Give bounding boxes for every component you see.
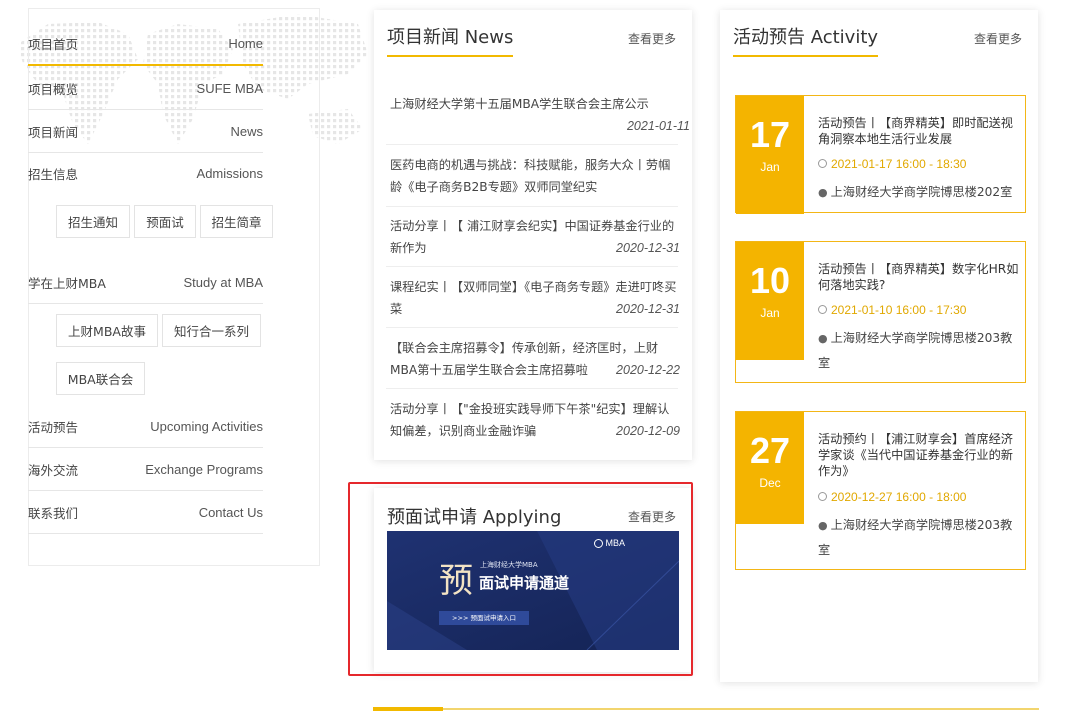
chip-brochure[interactable]: 招生简章 — [200, 205, 273, 238]
activity-month: Jan — [760, 306, 780, 320]
activity-card-title: 活动预告 Activity — [733, 23, 879, 57]
clock-icon — [818, 159, 827, 168]
activity-location: ● 上海财经大学商学院博思楼202室 — [818, 180, 1022, 205]
activity-card: 活动预告 Activity 查看更多 17 Jan 活动预告丨【商界精英】即时配… — [720, 10, 1038, 682]
news-item-date: 2020-12-31 — [616, 241, 680, 255]
nav-item-label-en: Admissions — [196, 166, 263, 181]
news-item[interactable]: 课程纪实丨【双师同堂】《电子商务专题》走进叮咚买菜 2020-12-31 — [390, 276, 680, 320]
clock-icon — [818, 305, 827, 314]
news-item[interactable]: 上海财经大学第十五届MBA学生联合会主席公示 2021-01-11 — [390, 93, 690, 137]
bottom-accent-segment — [373, 707, 443, 711]
activity-location: ● 上海财经大学商学院博思楼203教室 — [818, 326, 1022, 375]
activity-location-text: 上海财经大学商学院博思楼203教室 — [818, 518, 1013, 557]
divider — [386, 266, 678, 267]
nav-item-contact[interactable]: 联系我们 Contact Us — [28, 491, 263, 534]
activity-location-text: 上海财经大学商学院博思楼203教室 — [818, 331, 1013, 370]
activity-time: 2020-12-27 16:00 - 18:00 — [818, 490, 966, 504]
activity-time-text: 2021-01-17 16:00 - 18:30 — [831, 157, 967, 171]
nav-item-label-zh: 学在上财MBA — [28, 275, 106, 291]
divider — [386, 144, 678, 145]
activity-date-box: 17 Jan — [736, 96, 804, 214]
nav-item-study[interactable]: 学在上财MBA Study at MBA — [28, 261, 263, 304]
activity-location-text: 上海财经大学商学院博思楼202室 — [830, 185, 1013, 199]
activity-day: 10 — [749, 260, 791, 301]
activity-item[interactable]: 17 Jan 活动预告丨【商界精英】即时配送视角洞察本地生活行业发展 2021-… — [735, 95, 1026, 214]
nav-item-label-en: News — [230, 123, 263, 139]
nav-item-label-zh: 招生信息 — [28, 167, 79, 182]
nav-item-label-en: SUFE MBA — [196, 80, 263, 96]
nav-item-news[interactable]: 项目新闻 News — [28, 110, 263, 153]
chip-mba-story[interactable]: 上财MBA故事 — [56, 314, 158, 347]
nav-item-overview[interactable]: 项目概览 SUFE MBA — [28, 67, 263, 110]
activity-day: 27 — [749, 430, 791, 471]
news-item-text: 医药电商的机遇与挑战：科技赋能，服务大众丨劳帼龄《电子商务B2B专题》双师同堂纪… — [390, 158, 671, 194]
news-card: 项目新闻 News 查看更多 上海财经大学第十五届MBA学生联合会主席公示 20… — [374, 10, 692, 460]
activity-time: 2021-01-10 16:00 - 17:30 — [818, 303, 966, 317]
nav-item-label-zh: 项目概览 — [28, 81, 79, 97]
map-pin-icon: ● — [818, 332, 828, 345]
nav-item-label-zh: 活动预告 — [28, 419, 79, 435]
divider — [386, 206, 678, 207]
activity-title-text: 活动预告 Activity — [733, 27, 879, 48]
title-underline — [387, 55, 514, 57]
activity-item[interactable]: 10 Jan 活动预告丨【商界精英】数字化HR如何落地实践? 2021-01-1… — [735, 241, 1026, 383]
activity-month: Dec — [759, 476, 781, 490]
news-item-date: 2020-12-09 — [616, 424, 680, 438]
map-pin-icon: ● — [818, 519, 828, 532]
news-item[interactable]: 【联合会主席招募令】传承创新，经济匡时，上财MBA第十五届学生联合会主席招募啦 … — [390, 337, 680, 381]
activity-title: 活动预告丨【商界精英】即时配送视角洞察本地生活行业发展 — [818, 116, 1013, 146]
nav-item-label-en: Study at MBA — [183, 274, 263, 290]
news-item-date: 2020-12-22 — [616, 363, 680, 377]
activity-location: ● 上海财经大学商学院博思楼203教室 — [818, 513, 1022, 562]
nav-item-label-zh: 项目新闻 — [28, 124, 79, 140]
activity-title: 活动预约丨【浦江财享会】首席经济学家谈《当代中国证券基金行业的新作为》 — [818, 432, 1013, 478]
news-item-text: 上海财经大学第十五届MBA学生联合会主席公示 — [390, 97, 649, 111]
activity-title: 活动预告丨【商界精英】数字化HR如何落地实践? — [818, 262, 1019, 292]
nav-item-label-en: Home — [228, 36, 263, 51]
chip-mba-union[interactable]: MBA联合会 — [56, 362, 145, 395]
nav-item-label-en: Exchange Programs — [145, 461, 263, 477]
bottom-accent-bar — [373, 707, 1039, 711]
news-item-date: 2021-01-11 — [626, 119, 690, 133]
divider — [386, 388, 678, 389]
nav-item-label-en: Upcoming Activities — [150, 418, 263, 434]
map-pin-icon: ● — [818, 186, 828, 199]
title-underline — [733, 55, 879, 57]
chip-admission-notice[interactable]: 招生通知 — [56, 205, 130, 238]
activity-time-text: 2020-12-27 16:00 - 18:00 — [831, 490, 967, 504]
nav-item-admissions[interactable]: 招生信息 Admissions — [28, 152, 263, 195]
highlight-box — [348, 482, 693, 676]
news-item[interactable]: 活动分享丨【 浦江财享会纪实】中国证券基金行业的新作为 2020-12-31 — [390, 215, 680, 259]
activity-month: Jan — [760, 160, 780, 174]
nav-item-exchange[interactable]: 海外交流 Exchange Programs — [28, 448, 263, 491]
news-item-date: 2020-12-31 — [616, 302, 680, 316]
activity-date-box: 10 Jan — [736, 242, 804, 360]
news-item[interactable]: 活动分享丨【"金投班实践导师下午茶"纪实】理解认知偏差，识别商业金融诈骗 202… — [390, 398, 680, 442]
divider — [386, 327, 678, 328]
activity-more-link[interactable]: 查看更多 — [974, 30, 1022, 47]
news-card-title: 项目新闻 News — [387, 23, 514, 57]
chip-pre-interview[interactable]: 预面试 — [134, 205, 196, 238]
activity-date-box: 27 Dec — [736, 412, 804, 524]
nav-item-home[interactable]: 项目首页 Home — [28, 23, 263, 66]
activity-item[interactable]: 27 Dec 活动预约丨【浦江财享会】首席经济学家谈《当代中国证券基金行业的新作… — [735, 411, 1026, 570]
nav-item-label-en: Contact Us — [198, 504, 263, 520]
nav-item-label-zh: 项目首页 — [28, 37, 79, 52]
activity-time: 2021-01-17 16:00 - 18:30 — [818, 157, 966, 171]
news-more-link[interactable]: 查看更多 — [628, 30, 676, 47]
activity-time-text: 2021-01-10 16:00 - 17:30 — [831, 303, 967, 317]
chip-zhixing-series[interactable]: 知行合一系列 — [162, 314, 261, 347]
news-item[interactable]: 医药电商的机遇与挑战：科技赋能，服务大众丨劳帼龄《电子商务B2B专题》双师同堂纪… — [390, 154, 680, 198]
clock-icon — [818, 492, 827, 501]
activity-day: 17 — [749, 114, 791, 155]
nav-item-activities[interactable]: 活动预告 Upcoming Activities — [28, 405, 263, 448]
nav-item-label-zh: 海外交流 — [28, 462, 79, 478]
nav-item-label-zh: 联系我们 — [28, 505, 79, 521]
news-title-text: 项目新闻 News — [387, 27, 514, 48]
